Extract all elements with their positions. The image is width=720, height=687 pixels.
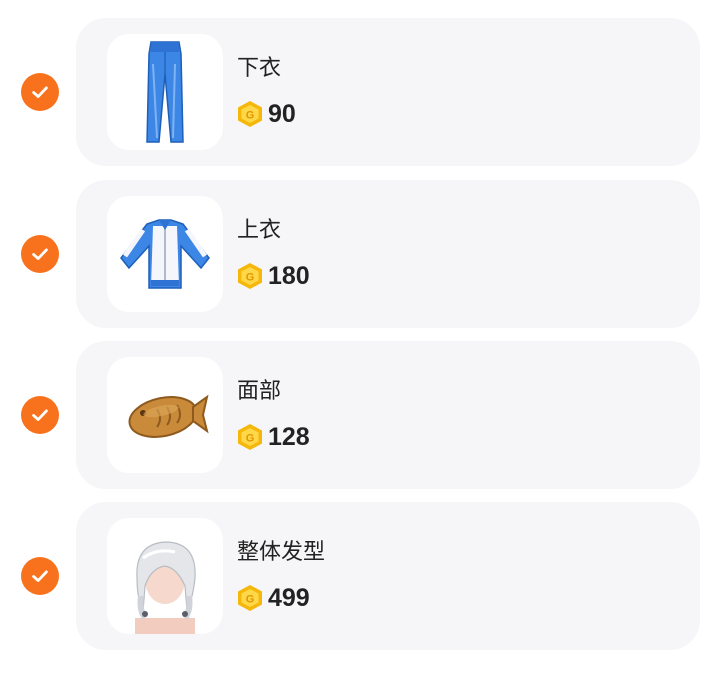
- svg-text:G: G: [246, 272, 255, 284]
- svg-text:G: G: [246, 110, 255, 122]
- price-amount: 180: [268, 261, 310, 290]
- list-item: 面部 G 128: [0, 341, 720, 489]
- svg-text:G: G: [246, 433, 255, 445]
- item-name: 下衣: [237, 56, 282, 81]
- coin-icon: G: [238, 263, 262, 289]
- item-name: 整体发型: [237, 540, 326, 565]
- item-thumbnail: [107, 196, 223, 312]
- item-card[interactable]: 整体发型 G 499: [76, 502, 700, 650]
- price-amount: 90: [268, 99, 296, 128]
- pants-icon: [146, 41, 184, 143]
- item-thumbnail: [107, 357, 223, 473]
- item-card[interactable]: 下衣 G 90: [76, 18, 700, 166]
- select-checkbox[interactable]: [21, 73, 59, 111]
- item-price: G 499: [237, 582, 310, 614]
- select-checkbox[interactable]: [21, 396, 59, 434]
- item-thumbnail: [107, 518, 223, 634]
- coin-icon: G: [238, 424, 262, 450]
- list-item: 下衣 G 90: [0, 18, 720, 166]
- select-checkbox[interactable]: [21, 557, 59, 595]
- list-item: 上衣 G 180: [0, 180, 720, 328]
- item-name: 面部: [237, 379, 282, 404]
- svg-text:G: G: [246, 594, 255, 606]
- item-card[interactable]: 面部 G 128: [76, 341, 700, 489]
- price-amount: 499: [268, 583, 310, 612]
- item-price: G 128: [237, 421, 310, 453]
- select-checkbox[interactable]: [21, 235, 59, 273]
- item-card[interactable]: 上衣 G 180: [76, 180, 700, 328]
- check-icon: [32, 409, 48, 421]
- item-price: G 90: [237, 98, 296, 130]
- cart-item-list: 下衣 G 90 上衣 G 180 面部 G 128 整体发型 G 499: [0, 0, 720, 687]
- price-amount: 128: [268, 422, 310, 451]
- item-name: 上衣: [237, 218, 282, 243]
- taiyaki-icon: [128, 394, 209, 438]
- check-icon: [32, 570, 48, 582]
- hairstyle-icon: [135, 541, 196, 634]
- jacket-icon: [120, 219, 210, 289]
- item-price: G 180: [237, 260, 310, 292]
- item-thumbnail: [107, 34, 223, 150]
- list-item: 整体发型 G 499: [0, 502, 720, 650]
- coin-icon: G: [238, 585, 262, 611]
- check-icon: [32, 86, 48, 98]
- check-icon: [32, 248, 48, 260]
- coin-icon: G: [238, 101, 262, 127]
